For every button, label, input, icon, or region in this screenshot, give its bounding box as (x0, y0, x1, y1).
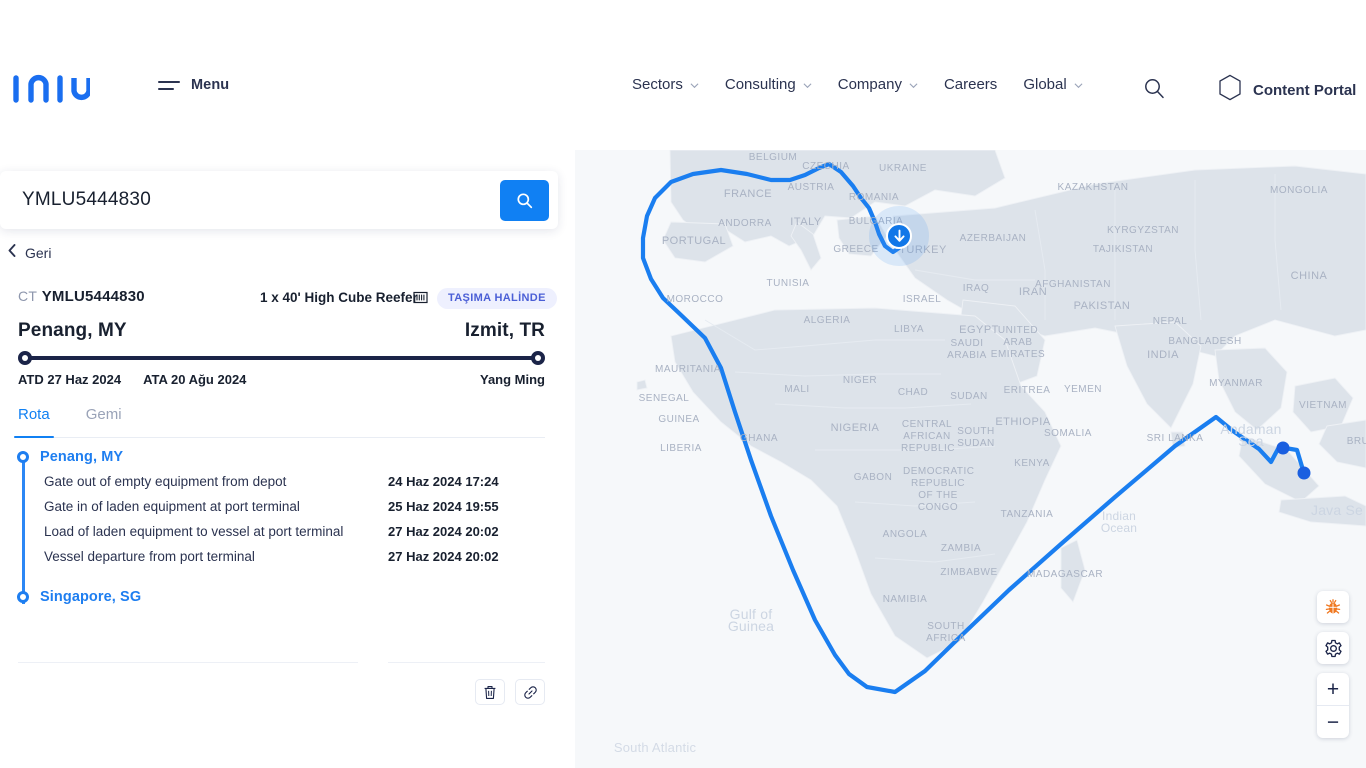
route-timeline: Penang, MY Gate out of empty equipment f… (17, 448, 545, 608)
detail-tabs: Rota Gemi (14, 406, 545, 438)
chevron-down-icon (690, 81, 699, 90)
nav-item-sectors[interactable]: Sectors (632, 76, 699, 93)
nav-item-label: Global (1023, 76, 1067, 93)
hamburger-icon (158, 80, 180, 90)
container-id: YMLU5444830 (41, 288, 145, 305)
event-date: 27 Haz 2024 20:02 (388, 524, 499, 539)
footer-divider (18, 662, 358, 663)
container-summary-row: CT YMLU5444830 1 x 40' High Cube Reefer … (18, 288, 557, 310)
tab-label: Gemi (85, 406, 122, 423)
panel-footer (0, 662, 560, 722)
container-prefix: CT (18, 288, 38, 304)
ata-label: ATA 20 Ağu 2024 (143, 372, 247, 387)
event-date: 25 Haz 2024 19:55 (388, 499, 499, 514)
event-label: Load of laden equipment to vessel at por… (44, 524, 344, 539)
content-portal-label: Content Portal (1253, 81, 1357, 99)
progress-track (25, 356, 538, 360)
progress-end-dot (531, 351, 545, 365)
carrier-name: Yang Ming (480, 372, 545, 387)
timeline-event: Gate out of empty equipment from depot 2… (44, 474, 545, 499)
zoom-out-button[interactable]: − (1317, 706, 1349, 738)
atd-label: ATD 27 Haz 2024 (18, 372, 122, 387)
event-label: Gate in of laden equipment at port termi… (44, 499, 300, 514)
nav-item-label: Careers (943, 76, 998, 93)
zoom-controls: + − (1317, 673, 1349, 738)
share-link-button[interactable] (515, 679, 545, 705)
footer-actions (475, 679, 545, 705)
event-label: Gate out of empty equipment from depot (44, 474, 287, 489)
menu-button[interactable]: Menu (158, 77, 229, 93)
menu-label: Menu (191, 77, 230, 93)
bug-icon (1324, 598, 1342, 616)
event-label: Vessel departure from port terminal (44, 549, 255, 564)
timeline-event: Load of laden equipment to vessel at por… (44, 524, 545, 549)
nav-search-icon[interactable] (1143, 77, 1165, 99)
route-node-singapore[interactable] (1297, 466, 1311, 480)
route-node-penang[interactable] (1276, 441, 1290, 455)
nav-item-careers[interactable]: Careers (944, 76, 997, 93)
primary-nav-links: Sectors Consulting Company Careers Globa… (632, 76, 1083, 93)
chevron-down-icon (1074, 81, 1083, 90)
nav-item-label: Consulting (724, 76, 796, 93)
timeline-stop-name: Penang, MY (40, 449, 124, 465)
chevron-left-icon (8, 244, 16, 262)
brand-logo[interactable] (12, 70, 92, 104)
content-portal-button[interactable]: Content Portal (1218, 74, 1356, 106)
timeline-event: Vessel departure from port terminal 27 H… (44, 549, 545, 574)
map-settings-button[interactable] (1317, 632, 1349, 664)
voyage-meta-row: ATD 27 Haz 2024 ATA 20 Ağu 2024 Yang Min… (18, 372, 545, 387)
bug-report-button[interactable] (1317, 591, 1349, 623)
tab-rota[interactable]: Rota (14, 406, 54, 438)
map-controls: + − (1317, 591, 1349, 738)
back-button[interactable]: Geri (8, 244, 51, 262)
gear-icon (1324, 639, 1343, 658)
progress-start-dot (18, 351, 32, 365)
tab-gemi[interactable]: Gemi (82, 406, 126, 437)
back-label: Geri (25, 245, 52, 261)
tab-label: Rota (18, 406, 50, 423)
timeline-stop-name: Singapore, SG (40, 589, 142, 605)
origin-port: Penang, MY (18, 320, 127, 341)
arrow-down-icon (893, 229, 906, 243)
nav-item-global[interactable]: Global (1023, 76, 1083, 93)
delete-button[interactable] (475, 679, 505, 705)
container-icon (413, 290, 428, 310)
footer-divider (388, 662, 545, 663)
nav-item-label: Company (837, 76, 902, 93)
shipment-detail-panel: Geri CT YMLU5444830 1 x 40' High Cube Re… (0, 150, 575, 768)
hexagon-icon (1218, 74, 1242, 106)
shipment-route-map[interactable]: BELGIUM CZECHIA UKRAINE FRANCE AUSTRIA R… (575, 150, 1366, 768)
timeline-event: Gate in of laden equipment at port termi… (44, 499, 545, 524)
destination-port: Izmit, TR (464, 320, 545, 341)
tracking-search-bar (0, 171, 558, 229)
nav-item-consulting[interactable]: Consulting (725, 76, 812, 93)
destination-marker[interactable] (886, 223, 912, 249)
timeline-events: Gate out of empty equipment from depot 2… (44, 474, 545, 574)
map-basemap (575, 150, 1366, 768)
event-date: 24 Haz 2024 17:24 (388, 474, 499, 489)
top-navigation-bar: Menu Sectors Consulting Company Careers … (0, 0, 1366, 150)
timeline-stop-dot (17, 591, 29, 603)
nav-item-company[interactable]: Company (838, 76, 918, 93)
chevron-down-icon (909, 81, 918, 90)
status-badge: TAŞIMA HALİNDE (437, 288, 557, 309)
search-submit-button[interactable] (500, 180, 549, 221)
search-input[interactable] (22, 171, 492, 229)
chevron-down-icon (803, 81, 812, 90)
event-date: 27 Haz 2024 20:02 (388, 549, 499, 564)
timeline-stop: Singapore, SG (17, 588, 545, 606)
voyage-progress-bar (18, 351, 545, 365)
route-endpoints: Penang, MY Izmit, TR (18, 320, 545, 342)
zoom-in-button[interactable]: + (1317, 673, 1349, 705)
timeline-stop: Penang, MY Gate out of empty equipment f… (17, 448, 545, 574)
nav-item-label: Sectors (632, 76, 683, 93)
equipment-type: 1 x 40' High Cube Reefer (260, 290, 418, 305)
timeline-stop-dot (17, 451, 29, 463)
